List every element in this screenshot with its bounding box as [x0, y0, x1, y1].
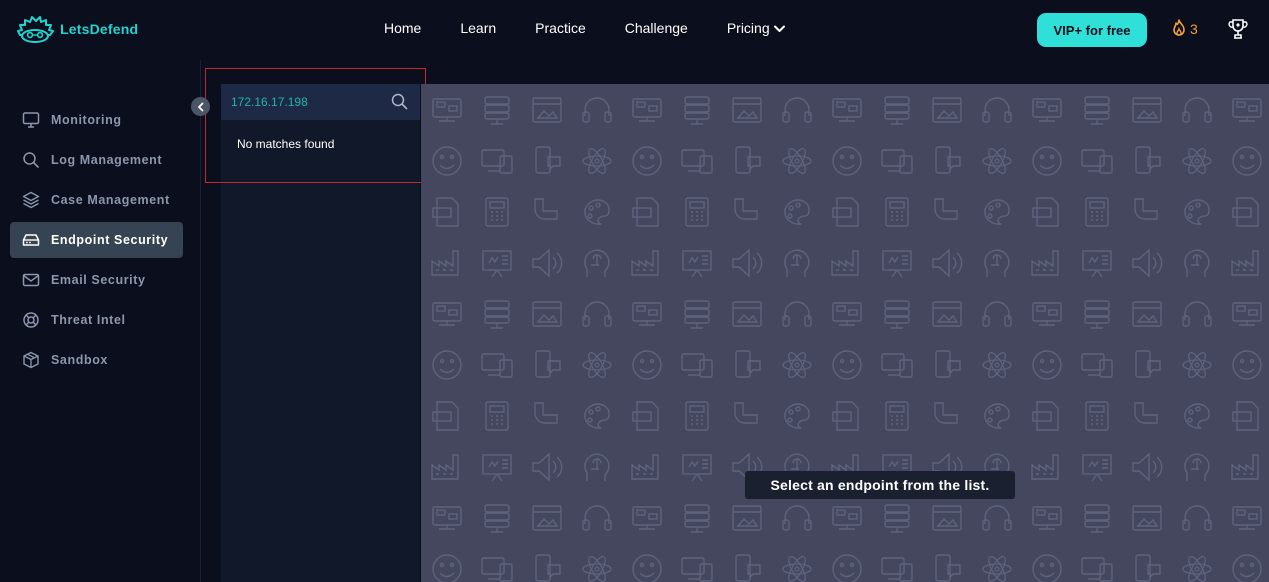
sidebar-item-label: Case Management: [51, 193, 170, 207]
nav-challenge[interactable]: Challenge: [625, 20, 688, 36]
nav-practice[interactable]: Practice: [535, 20, 586, 36]
no-matches-message: No matches found: [237, 137, 335, 151]
streak-counter[interactable]: 3: [1170, 19, 1198, 39]
search-icon: [23, 152, 39, 168]
logo[interactable]: LetsDefend: [16, 13, 138, 45]
sidebar-item-threat-intel[interactable]: Threat Intel: [10, 302, 183, 338]
monitor-icon: [22, 112, 40, 128]
sidebar-item-sandbox[interactable]: Sandbox: [10, 342, 183, 378]
endpoint-search-box: [221, 84, 420, 120]
sidebar: Monitoring Log Management Case Managemen…: [0, 60, 201, 582]
mail-icon: [22, 273, 40, 287]
box-icon: [23, 351, 39, 369]
sidebar-item-case-management[interactable]: Case Management: [10, 182, 183, 218]
top-bar: LetsDefend Home Learn Practice Challenge…: [0, 0, 1269, 60]
layers-icon: [22, 191, 40, 209]
sidebar-item-label: Endpoint Security: [51, 233, 169, 247]
sidebar-item-label: Log Management: [51, 153, 163, 167]
main-nav: Home Learn Practice Challenge Pricing: [384, 20, 825, 36]
nav-pricing-label: Pricing: [726, 20, 770, 36]
brand-name: LetsDefend: [60, 21, 139, 37]
vip-free-button[interactable]: VIP+ for free: [1037, 13, 1147, 47]
trophy-icon[interactable]: [1228, 18, 1248, 40]
sidebar-item-label: Email Security: [51, 273, 146, 287]
endpoint-list-panel: No matches found: [221, 84, 420, 582]
sidebar-item-label: Monitoring: [51, 113, 122, 127]
chevron-left-icon: [197, 102, 203, 111]
endpoint-search-input[interactable]: [231, 93, 381, 111]
search-icon[interactable]: [391, 93, 408, 110]
nav-pricing[interactable]: Pricing: [727, 20, 786, 36]
select-endpoint-message: Select an endpoint from the list.: [745, 471, 1015, 499]
sidebar-item-log-management[interactable]: Log Management: [10, 142, 183, 178]
drive-icon: [22, 234, 40, 246]
decorative-icon-pattern: [431, 96, 1262, 582]
nav-home[interactable]: Home: [384, 20, 421, 36]
lifebuoy-icon: [23, 312, 39, 328]
hedgehog-logo-icon: [17, 16, 54, 43]
main-content-area: [421, 84, 1269, 582]
sidebar-collapse-button[interactable]: [191, 97, 210, 116]
fire-icon: [1173, 19, 1185, 36]
chevron-down-icon: [773, 25, 785, 32]
sidebar-item-email-security[interactable]: Email Security: [10, 262, 183, 298]
sidebar-item-endpoint-security[interactable]: Endpoint Security: [10, 222, 183, 258]
sidebar-item-monitoring[interactable]: Monitoring: [10, 102, 183, 138]
streak-count: 3: [1190, 21, 1198, 37]
nav-learn[interactable]: Learn: [460, 20, 496, 36]
sidebar-item-label: Sandbox: [51, 353, 108, 367]
sidebar-item-label: Threat Intel: [51, 313, 126, 327]
